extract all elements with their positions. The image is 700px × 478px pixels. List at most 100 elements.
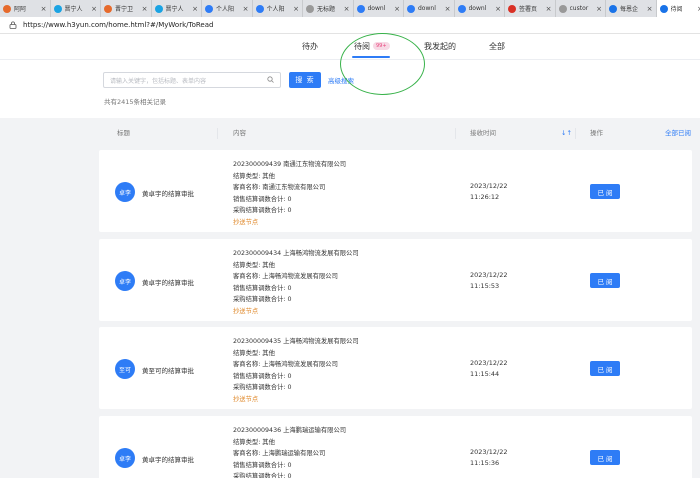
browser-tab[interactable]: 晋宁人 × [152, 0, 202, 17]
tab-favicon-icon [53, 4, 62, 13]
tab-favicon-icon [609, 4, 617, 13]
search-section: 请输入关键字，包括标题、表单内容 搜 索 高级搜索 共有2415条相关记录 [0, 60, 700, 118]
mark-read-button[interactable]: 已 阅 [590, 184, 620, 199]
content-line: 结算类型: 其他 [233, 438, 275, 446]
row-content: 202300009435 上海畅鸿物流发展有限公司 结算类型: 其他客商名称: 上… [233, 336, 359, 406]
browser-tab-title: 晋宁卫 [115, 6, 134, 13]
content-line: 202300009435 上海畅鸿物流发展有限公司 [233, 338, 359, 345]
col-divider [575, 128, 576, 139]
tab-close-icon[interactable]: × [293, 5, 299, 13]
cc-node-label: 抄送节点 [233, 395, 259, 403]
content-line: 客商名称: 上海畅鸿物流发展有限公司 [233, 273, 338, 281]
browser-tab-title: 个人阳 [216, 6, 235, 13]
tab-close-icon[interactable]: × [546, 5, 552, 13]
sort-icon[interactable]: ↓↑ [561, 126, 572, 141]
browser-tab[interactable]: 晋宁卫 × [101, 0, 152, 17]
col-divider [217, 128, 218, 139]
tab-todo[interactable]: 待办 [302, 34, 318, 60]
mark-all-read-link[interactable]: 全部已阅 [665, 126, 691, 141]
tab-todo-label: 待办 [302, 42, 318, 51]
col-content: 内容 [233, 129, 246, 137]
browser-tab-title: downl [418, 5, 436, 12]
tab-close-icon[interactable]: × [91, 5, 97, 13]
content-line: 客商名称: 上海畅鸿物流发展有限公司 [233, 361, 338, 369]
tab-to-read-label: 待阅 [354, 42, 370, 51]
browser-tab-title: 阿阿 [14, 6, 27, 13]
received-clock: 11:26:12 [470, 193, 500, 201]
browser-tab-title: 晋宁人 [64, 6, 83, 13]
tab-close-icon[interactable]: × [445, 5, 451, 13]
search-icon[interactable] [267, 75, 274, 85]
unread-badge: 99+ [373, 42, 390, 50]
advanced-search-link[interactable]: 高级搜索 [328, 75, 354, 85]
browser-tab[interactable]: 无标题 × [303, 0, 354, 17]
browser-tab-title: downl [367, 5, 386, 12]
col-divider [455, 128, 456, 139]
row-title[interactable]: 黄卓宇的结算审批 [142, 277, 194, 287]
search-button[interactable]: 搜 索 [289, 72, 321, 88]
table-row[interactable]: 卓李 黄卓宇的结算审批 202300009439 南通江东物流有限公司 结算类型: 其… [99, 150, 692, 232]
mark-read-button[interactable]: 已 阅 [590, 273, 620, 288]
row-title[interactable]: 黄卓宇的结算审批 [142, 454, 194, 464]
tab-close-icon[interactable]: × [647, 5, 653, 13]
mark-read-button[interactable]: 已 阅 [590, 361, 620, 376]
avatar: 卓李 [115, 182, 135, 202]
content-line: 结算类型: 其他 [233, 261, 275, 269]
browser-tab[interactable]: downl × [354, 0, 404, 17]
tab-close-icon[interactable]: × [192, 5, 198, 13]
browser-tab-title: 签署页 [519, 6, 538, 13]
mark-read-button[interactable]: 已 阅 [590, 450, 620, 465]
tab-close-icon[interactable]: × [394, 5, 400, 13]
avatar: 卓李 [115, 448, 135, 468]
content-line: 销售结算调数合计: 0 [233, 284, 292, 292]
tab-close-icon[interactable]: × [596, 5, 602, 13]
table-header: 标题 内容 接收时间 ↓↑ 操作 全部已阅 [0, 126, 700, 141]
browser-tab[interactable]: downl × [404, 0, 455, 17]
browser-tab[interactable]: downl × [455, 0, 505, 17]
table-row[interactable]: 卓李 黄卓宇的结算审批 202300009434 上海畅鸿物流发展有限公司 结算类型:… [99, 239, 692, 321]
url-text[interactable]: https://www.h3yun.com/home.html?#/MyWork… [23, 21, 213, 29]
tab-favicon-icon [104, 4, 112, 13]
tab-close-icon[interactable]: × [142, 5, 148, 13]
table-row[interactable]: 至可 黄至可的结算审批 202300009435 上海畅鸿物流发展有限公司 结算类型:… [99, 327, 692, 409]
search-placeholder: 请输入关键字，包括标题、表单内容 [110, 77, 207, 85]
tab-all-label: 全部 [489, 42, 505, 51]
tab-close-icon[interactable]: × [243, 5, 249, 13]
avatar: 卓李 [115, 271, 135, 291]
site-info-icon[interactable] [8, 21, 17, 30]
tab-initiated[interactable]: 我发起的 [424, 34, 456, 60]
tab-close-icon[interactable]: × [495, 5, 501, 13]
search-input[interactable]: 请输入关键字，包括标题、表单内容 [103, 72, 281, 88]
browser-tab[interactable]: 签署页 × [505, 0, 556, 17]
browser-tab[interactable]: custor × [556, 0, 606, 17]
tab-close-icon[interactable]: × [41, 5, 47, 13]
content-line: 采购结算调数合计: 0 [233, 296, 292, 304]
result-count: 共有2415条相关记录 [104, 98, 167, 106]
tab-close-icon[interactable]: × [344, 5, 350, 13]
browser-tab[interactable]: 待阅× [656, 0, 700, 17]
browser-tab[interactable]: 个人阳 × [253, 0, 303, 17]
row-title[interactable]: 黄至可的结算审批 [142, 365, 194, 375]
table-row[interactable]: 卓李 黄卓宇的结算审批 202300009436 上海鹏瑞运输有限公司 结算类型: 其… [99, 416, 692, 478]
content-line: 销售结算调数合计: 0 [233, 372, 292, 380]
content-line: 结算类型: 其他 [233, 349, 275, 357]
browser-tab[interactable]: 晋宁人 × [51, 0, 101, 17]
row-content: 202300009436 上海鹏瑞运输有限公司 结算类型: 其他 客商名称: 上海鹏… [233, 425, 346, 478]
tab-favicon-icon [558, 4, 567, 13]
received-date: 2023/12/22 [470, 271, 508, 279]
tab-all[interactable]: 全部 [489, 34, 505, 60]
received-time: 2023/12/22 11:15:53 [470, 270, 507, 292]
content-line: 202300009436 上海鹏瑞运输有限公司 [233, 427, 347, 434]
tab-favicon-icon [306, 4, 314, 13]
browser-tab[interactable]: 阿阿 × [0, 0, 51, 17]
browser-tab[interactable]: 每恩企 × [606, 0, 657, 17]
row-content: 202300009434 上海畅鸿物流发展有限公司 结算类型: 其他 客商名称: 上… [233, 248, 359, 318]
received-clock: 11:15:53 [470, 282, 500, 290]
tab-favicon-icon [407, 4, 415, 13]
tab-favicon-icon [659, 4, 668, 13]
address-bar[interactable]: https://www.h3yun.com/home.html?#/MyWork… [0, 17, 700, 34]
browser-tab[interactable]: 个人阳 × [202, 0, 253, 17]
content-line: 采购结算调数合计: 0 [233, 473, 292, 478]
tab-favicon-icon [508, 4, 516, 13]
row-title[interactable]: 黄卓宇的结算审批 [142, 188, 194, 198]
